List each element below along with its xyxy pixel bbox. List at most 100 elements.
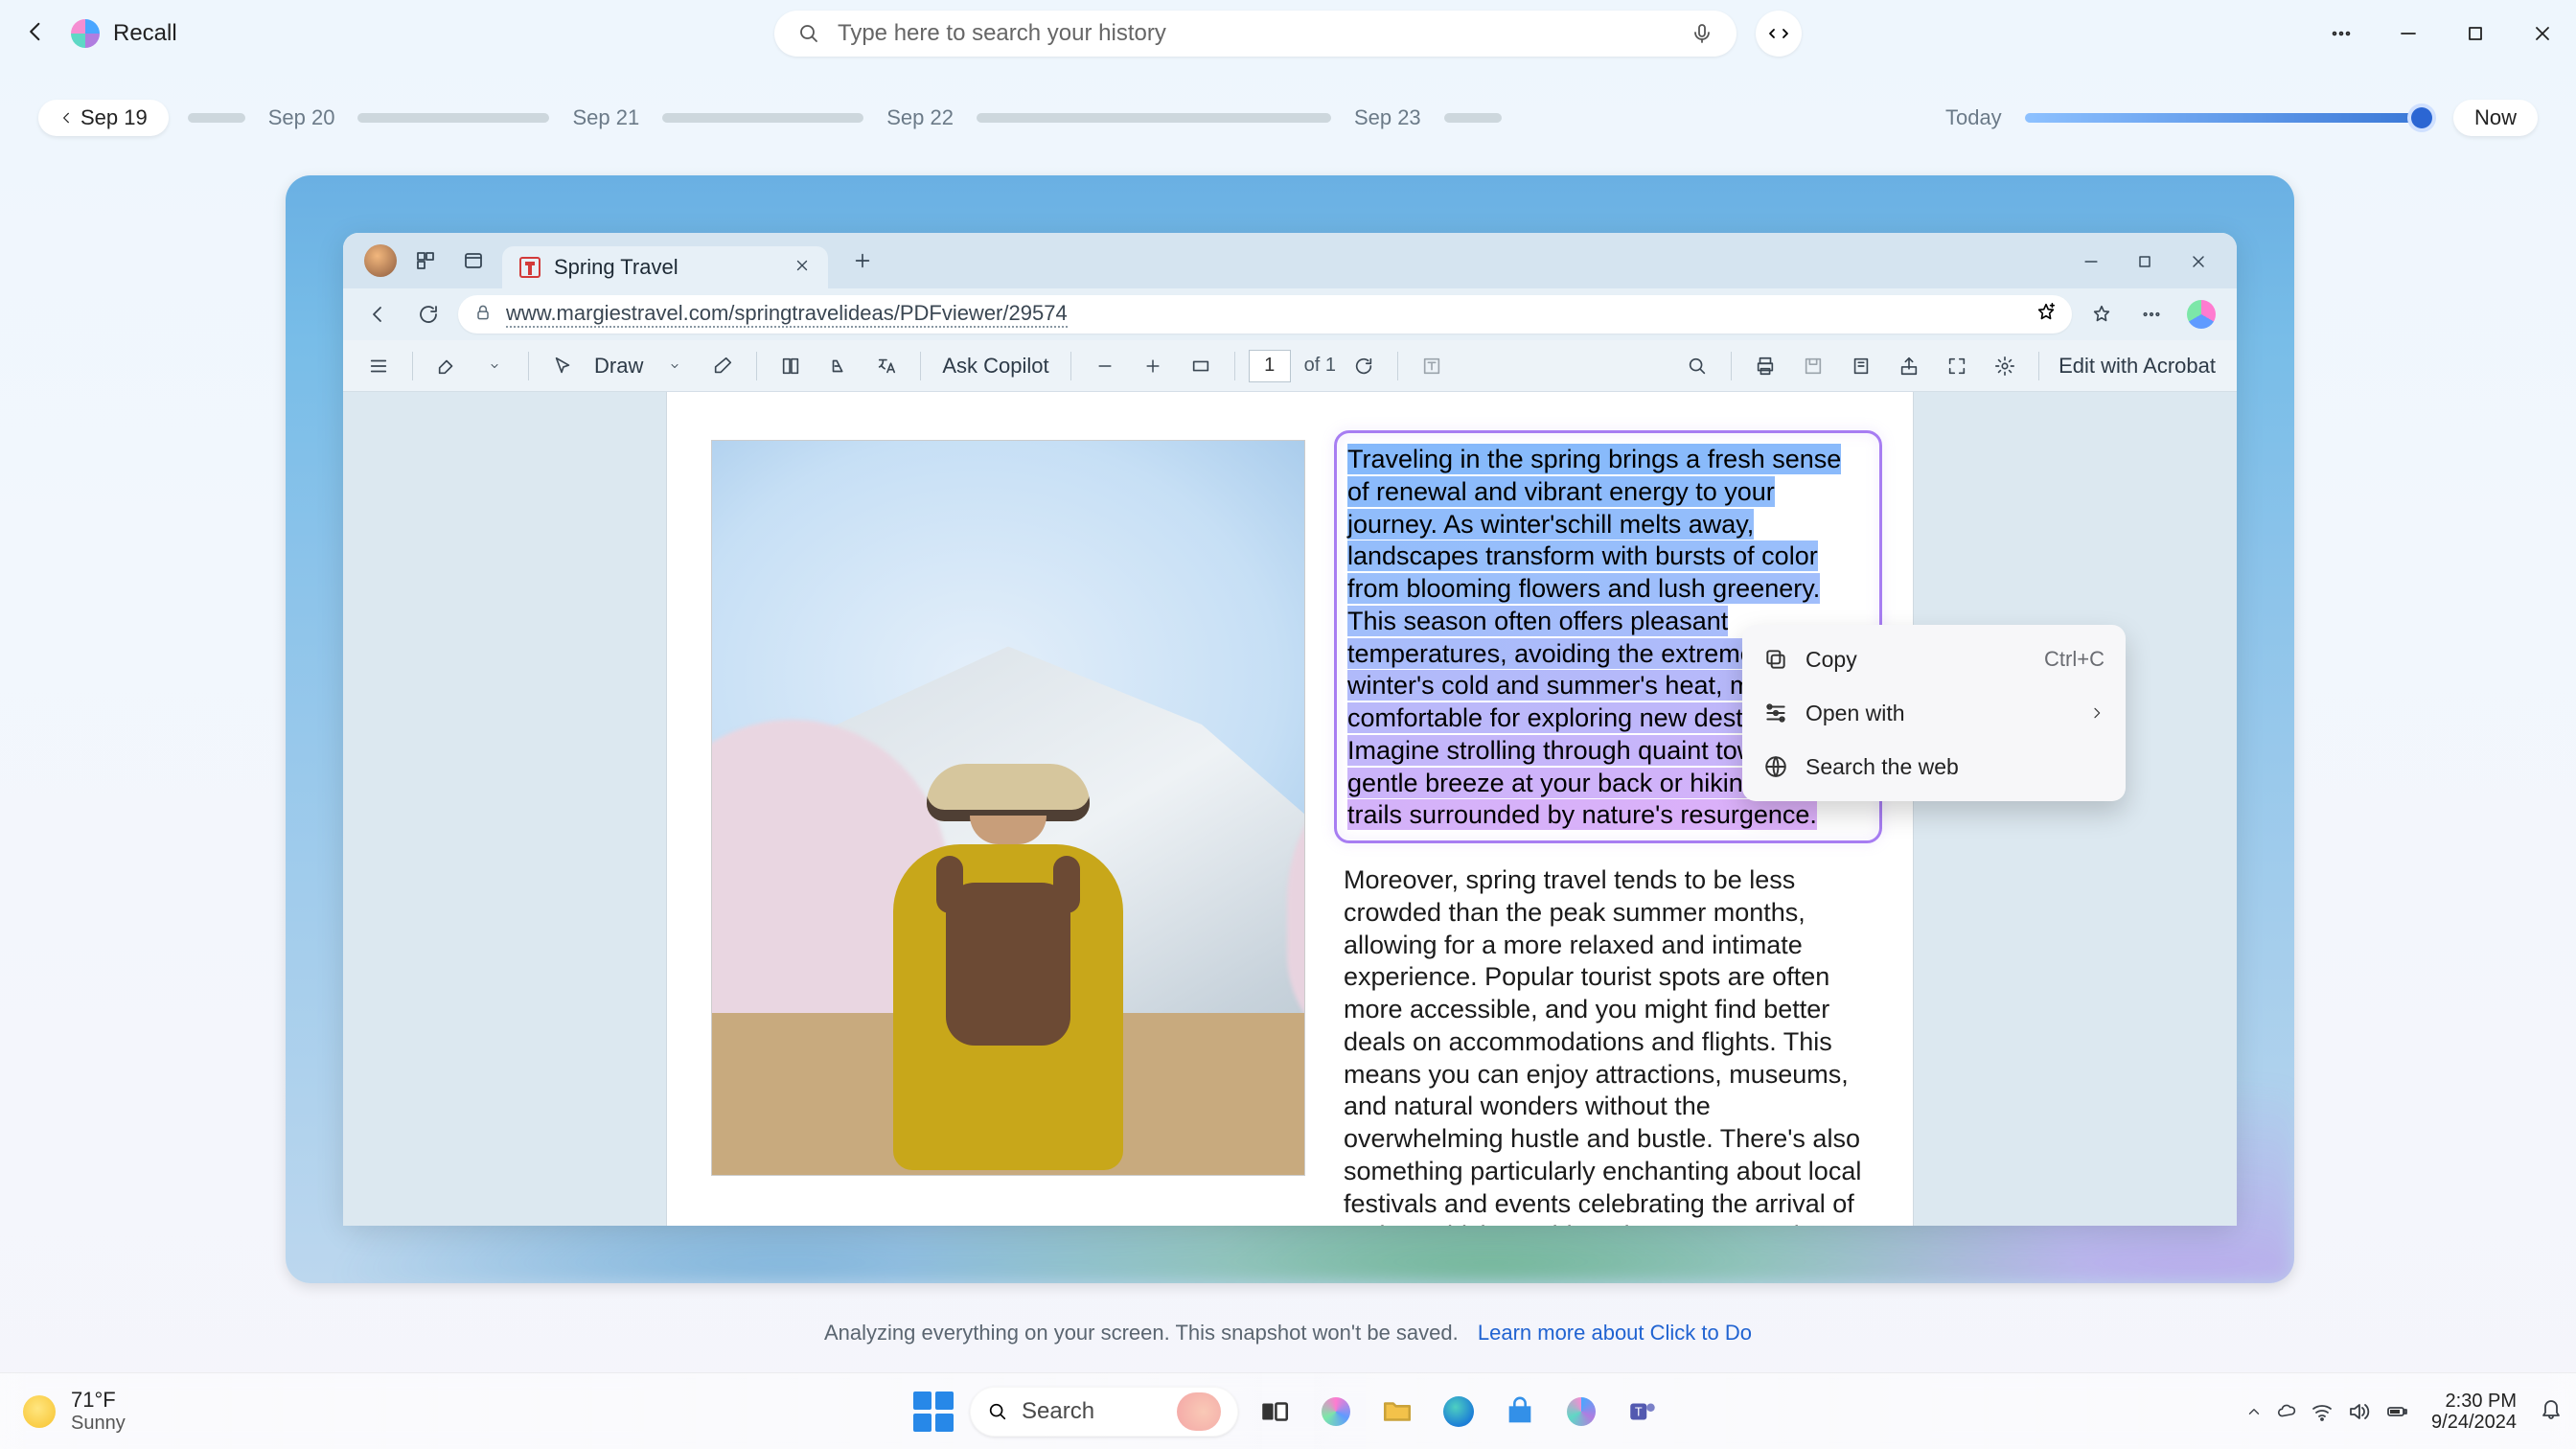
timeline-today-label: Today xyxy=(1942,105,2006,130)
pdf-viewport[interactable]: Traveling in the spring brings a fresh s… xyxy=(343,392,2237,1226)
clock-time: 2:30 PM xyxy=(2446,1391,2517,1412)
clock-date: 9/24/2024 xyxy=(2431,1412,2517,1433)
timeline-segment[interactable] xyxy=(662,113,863,123)
volume-tray-icon[interactable] xyxy=(2347,1400,2370,1423)
context-copy[interactable]: Copy Ctrl+C xyxy=(1742,632,2126,686)
address-bar[interactable]: www.margiestravel.com/springtravelideas/… xyxy=(458,295,2072,334)
workspaces-icon[interactable] xyxy=(406,242,445,280)
copilot-sidebar-button[interactable] xyxy=(2181,294,2221,334)
translate-icon[interactable] xyxy=(866,346,907,386)
minimize-button[interactable] xyxy=(2375,0,2442,67)
zoom-out-icon[interactable] xyxy=(1085,346,1125,386)
edge-minimize-button[interactable] xyxy=(2064,241,2118,283)
edge-close-button[interactable] xyxy=(2172,241,2225,283)
taskbar-weather[interactable]: 71°F Sunny xyxy=(23,1373,126,1449)
timeline-today-track[interactable] xyxy=(2025,113,2426,123)
battery-tray-icon[interactable] xyxy=(2383,1400,2410,1423)
store-icon[interactable] xyxy=(1495,1387,1545,1437)
timeline-snap-button[interactable] xyxy=(1756,11,1802,57)
tab-title: Spring Travel xyxy=(554,255,780,280)
highlighter-icon[interactable] xyxy=(426,346,467,386)
highlighter-dropdown-icon[interactable] xyxy=(474,346,515,386)
copilot-taskbar-icon[interactable] xyxy=(1311,1387,1361,1437)
new-tab-button[interactable] xyxy=(843,242,882,280)
ask-copilot-button[interactable]: Ask Copilot xyxy=(934,354,1056,379)
edge-maximize-button[interactable] xyxy=(2118,241,2172,283)
context-search-web[interactable]: Search the web xyxy=(1742,740,2126,794)
wifi-tray-icon[interactable] xyxy=(2311,1400,2334,1423)
context-open-with[interactable]: Open with xyxy=(1742,686,2126,740)
back-button[interactable] xyxy=(23,18,50,50)
search-ai-highlight-icon xyxy=(1177,1392,1221,1431)
taskbar: 71°F Sunny Search T xyxy=(0,1372,2576,1449)
teams-icon[interactable]: T xyxy=(1618,1387,1668,1437)
read-aloud-icon[interactable] xyxy=(818,346,859,386)
more-button[interactable] xyxy=(2308,0,2375,67)
timeline-segment[interactable] xyxy=(357,113,549,123)
weather-sun-icon xyxy=(23,1395,56,1428)
rotate-icon[interactable] xyxy=(1344,346,1384,386)
weather-temp: 71°F xyxy=(71,1389,126,1412)
onedrive-tray-icon[interactable] xyxy=(2276,1401,2297,1422)
recall-taskbar-icon[interactable] xyxy=(1556,1387,1606,1437)
close-button[interactable] xyxy=(2509,0,2576,67)
print-icon[interactable] xyxy=(1745,346,1785,386)
learn-more-link[interactable]: Learn more about Click to Do xyxy=(1478,1321,1752,1345)
tab-close-icon[interactable] xyxy=(794,257,811,279)
save-icon[interactable] xyxy=(1793,346,1833,386)
page-number-input[interactable] xyxy=(1249,350,1291,382)
fit-page-icon[interactable] xyxy=(1181,346,1221,386)
start-button[interactable] xyxy=(908,1387,958,1437)
timeline-segment[interactable] xyxy=(1444,113,1502,123)
settings-more-button[interactable] xyxy=(2131,294,2172,334)
nav-refresh-button[interactable] xyxy=(408,294,448,334)
timeline-now-pill[interactable]: Now xyxy=(2453,100,2538,136)
app-name: Recall xyxy=(113,20,177,47)
edge-tab-strip: Spring Travel xyxy=(343,233,2237,288)
find-icon[interactable] xyxy=(1677,346,1717,386)
timeline-playhead[interactable] xyxy=(2411,107,2432,128)
timeline-segment[interactable] xyxy=(977,113,1331,123)
timeline-segment[interactable] xyxy=(188,113,245,123)
timeline-start-label: Sep 19 xyxy=(80,105,148,130)
history-search-input[interactable] xyxy=(838,20,1673,47)
select-icon[interactable] xyxy=(542,346,583,386)
pdf-page: Traveling in the spring brings a fresh s… xyxy=(667,392,1913,1226)
timeline-start-pill[interactable]: Sep 19 xyxy=(38,100,169,136)
recall-logo-icon xyxy=(71,19,100,48)
maximize-button[interactable] xyxy=(2442,0,2509,67)
timeline-date: Sep 21 xyxy=(568,105,643,130)
draw-dropdown-icon[interactable] xyxy=(655,346,695,386)
taskbar-clock[interactable]: 2:30 PM 9/24/2024 xyxy=(2431,1391,2517,1433)
edge-taskbar-icon[interactable] xyxy=(1434,1387,1484,1437)
pdf-settings-icon[interactable] xyxy=(1985,346,2025,386)
taskbar-search[interactable]: Search xyxy=(970,1387,1238,1437)
search-icon xyxy=(797,22,820,45)
nav-back-button[interactable] xyxy=(358,294,399,334)
edge-window: Spring Travel www.m xyxy=(343,233,2237,1226)
browser-tab[interactable]: Spring Travel xyxy=(502,246,828,288)
open-with-icon xyxy=(1763,701,1788,725)
add-favorite-icon[interactable] xyxy=(2036,302,2057,328)
chevron-up-icon[interactable] xyxy=(2245,1403,2263,1420)
contents-icon[interactable] xyxy=(358,346,399,386)
page-view-icon[interactable] xyxy=(770,346,811,386)
zoom-in-icon[interactable] xyxy=(1133,346,1173,386)
tab-actions-icon[interactable] xyxy=(454,242,493,280)
file-explorer-icon[interactable] xyxy=(1372,1387,1422,1437)
profile-avatar[interactable] xyxy=(364,244,397,277)
document-photo xyxy=(711,440,1305,1176)
notifications-icon[interactable] xyxy=(2540,1397,2563,1425)
microphone-icon[interactable] xyxy=(1690,22,1714,45)
task-view-icon[interactable] xyxy=(1250,1387,1300,1437)
favorites-button[interactable] xyxy=(2082,294,2122,334)
add-text-icon[interactable] xyxy=(1412,346,1452,386)
add-note-icon[interactable] xyxy=(1841,346,1881,386)
edit-acrobat-button[interactable]: Edit with Acrobat xyxy=(2053,354,2221,379)
draw-label[interactable]: Draw xyxy=(590,354,647,379)
fullscreen-icon[interactable] xyxy=(1937,346,1977,386)
history-search-field[interactable] xyxy=(774,11,1736,57)
erase-icon[interactable] xyxy=(702,346,743,386)
system-tray[interactable] xyxy=(2245,1400,2410,1423)
share-icon[interactable] xyxy=(1889,346,1929,386)
